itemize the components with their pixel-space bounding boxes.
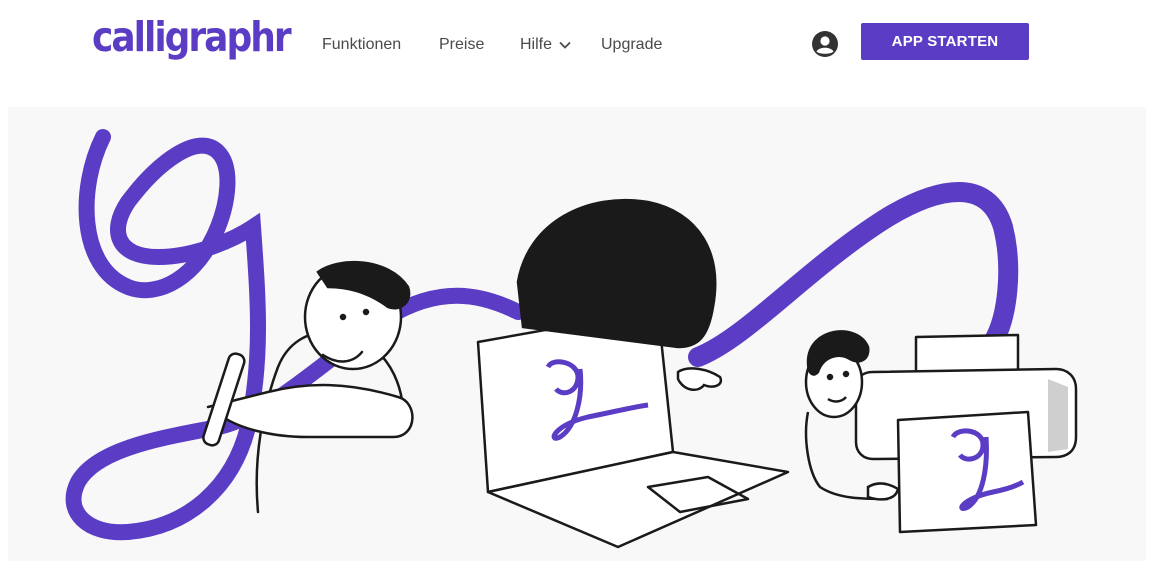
chevron-down-icon — [559, 41, 571, 49]
nav-hilfe-label: Hilfe — [520, 36, 553, 53]
nav-preise[interactable]: Preise — [439, 36, 484, 54]
nav-hilfe[interactable]: Hilfe — [520, 36, 572, 54]
hero-illustration — [8, 107, 1146, 561]
hero-drawing — [65, 129, 1078, 549]
account-circle-icon[interactable] — [811, 30, 839, 58]
site-header: calligraphr Funktionen Preise Hilfe Upgr… — [0, 0, 1153, 90]
nav-upgrade[interactable]: Upgrade — [601, 36, 662, 54]
laptop — [476, 308, 790, 549]
calligraphr-logo[interactable]: calligraphr — [92, 14, 292, 61]
nav-funktionen[interactable]: Funktionen — [322, 36, 401, 54]
printer — [854, 333, 1078, 534]
calligraphy-g-stroke — [65, 129, 526, 541]
app-starten-button[interactable]: APP STARTEN — [861, 23, 1029, 60]
